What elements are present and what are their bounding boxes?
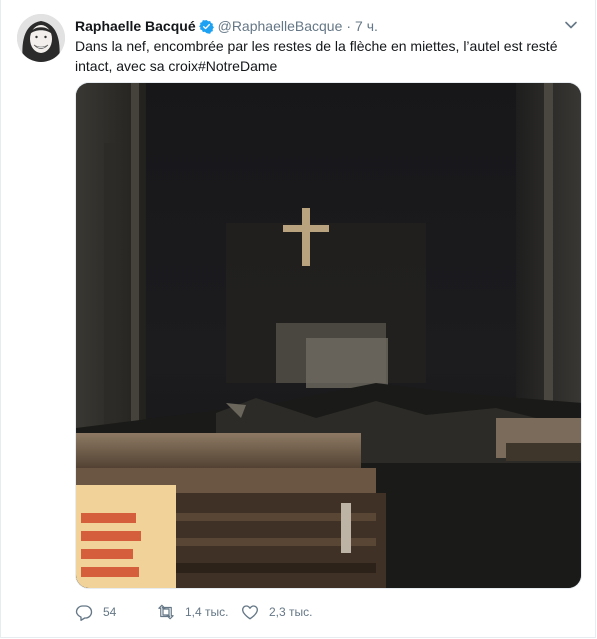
retweet-count: 1,4 тыс. xyxy=(185,605,229,619)
like-count: 2,3 тыс. xyxy=(269,605,313,619)
avatar-photo xyxy=(17,14,65,62)
cathedral-altar-photo xyxy=(76,83,581,588)
tweet-text: Dans la nef, encombrée par les restes de… xyxy=(75,38,558,74)
heart-icon xyxy=(242,605,258,620)
tweet-photo[interactable] xyxy=(75,82,582,589)
retweet-button[interactable]: 1,4 тыс. xyxy=(157,603,241,621)
reply-icon xyxy=(75,605,93,621)
chevron-down-icon[interactable] xyxy=(563,17,579,33)
separator-dot: · xyxy=(346,18,352,34)
tweet-actions: 54 1,4 тыс. 2,3 тыс. xyxy=(75,600,341,624)
tweet-card[interactable]: Raphaelle Bacqué @RaphaelleBacque · 7 ч.… xyxy=(0,0,596,638)
timestamp[interactable]: 7 ч. xyxy=(355,18,378,34)
reply-button[interactable]: 54 xyxy=(75,603,157,621)
author-handle[interactable]: @RaphaelleBacque xyxy=(218,18,343,34)
verified-badge-icon xyxy=(198,19,214,34)
avatar[interactable] xyxy=(17,14,65,62)
like-button[interactable]: 2,3 тыс. xyxy=(241,603,341,621)
author-name[interactable]: Raphaelle Bacqué xyxy=(75,18,196,34)
retweet-icon xyxy=(158,604,174,620)
reply-count: 54 xyxy=(103,605,117,619)
tweet-header: Raphaelle Bacqué @RaphaelleBacque · 7 ч. xyxy=(75,16,555,36)
